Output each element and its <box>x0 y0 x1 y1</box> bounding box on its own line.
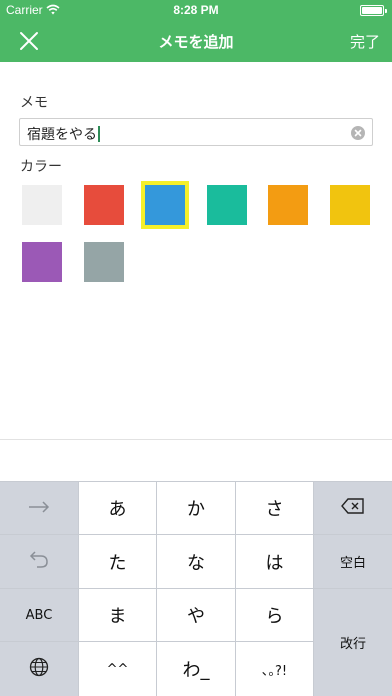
undo-icon <box>29 550 49 573</box>
key-delete[interactable] <box>314 482 392 534</box>
key-dakuten[interactable]: ^^ <box>79 642 156 696</box>
key-ra[interactable]: ら <box>236 589 313 641</box>
memo-input[interactable]: 宿題をやる <box>19 118 373 146</box>
backspace-icon <box>341 497 365 519</box>
key-undo[interactable] <box>0 535 78 588</box>
key-a[interactable]: あ <box>79 482 156 534</box>
key-globe[interactable] <box>0 642 78 696</box>
text-cursor <box>98 126 100 142</box>
key-cursor-right[interactable] <box>0 482 78 534</box>
key-ka[interactable]: か <box>157 482 235 534</box>
key-sa[interactable]: さ <box>236 482 313 534</box>
key-punctuation[interactable]: ､｡?! <box>236 642 313 696</box>
key-wa[interactable]: わ_ <box>157 642 235 696</box>
key-na[interactable]: な <box>157 535 235 588</box>
color-swatch-yellow[interactable] <box>330 185 370 225</box>
color-swatch-blue[interactable] <box>141 181 189 229</box>
key-ta[interactable]: た <box>79 535 156 588</box>
color-swatch-gray[interactable] <box>84 242 124 282</box>
color-swatch-white[interactable] <box>22 185 62 225</box>
clear-text-icon[interactable] <box>351 126 365 140</box>
key-space[interactable]: 空白 <box>314 535 392 588</box>
battery-icon <box>360 5 387 16</box>
page-title: メモを追加 <box>158 33 234 51</box>
arrow-right-icon <box>28 498 50 518</box>
key-ha[interactable]: は <box>236 535 313 588</box>
color-swatch-teal[interactable] <box>207 185 247 225</box>
status-bar: Carrier 8:28 PM <box>0 0 392 20</box>
globe-icon <box>29 657 49 682</box>
key-enter[interactable]: 改行 <box>314 589 392 696</box>
keyboard: あ か さ た な は 空白 ABC ま や ら 改行 ^^ わ_ ､｡?! <box>0 481 392 696</box>
key-ma[interactable]: ま <box>79 589 156 641</box>
done-button[interactable]: 完了 <box>350 31 380 52</box>
key-ya[interactable]: や <box>157 589 235 641</box>
app-screen: Carrier 8:28 PM メモを追加 完了 メモ 宿題をやる カラー あ … <box>0 0 392 696</box>
divider <box>0 439 392 440</box>
key-abc[interactable]: ABC <box>0 589 78 641</box>
status-time: 8:28 PM <box>173 3 219 17</box>
color-swatch-red[interactable] <box>84 185 124 225</box>
color-swatch-purple[interactable] <box>22 242 62 282</box>
color-swatch-orange[interactable] <box>268 185 308 225</box>
memo-input-value: 宿題をやる <box>27 124 100 144</box>
memo-label: メモ <box>20 95 48 111</box>
navigation-bar: メモを追加 完了 <box>0 20 392 62</box>
color-label: カラー <box>20 159 62 175</box>
